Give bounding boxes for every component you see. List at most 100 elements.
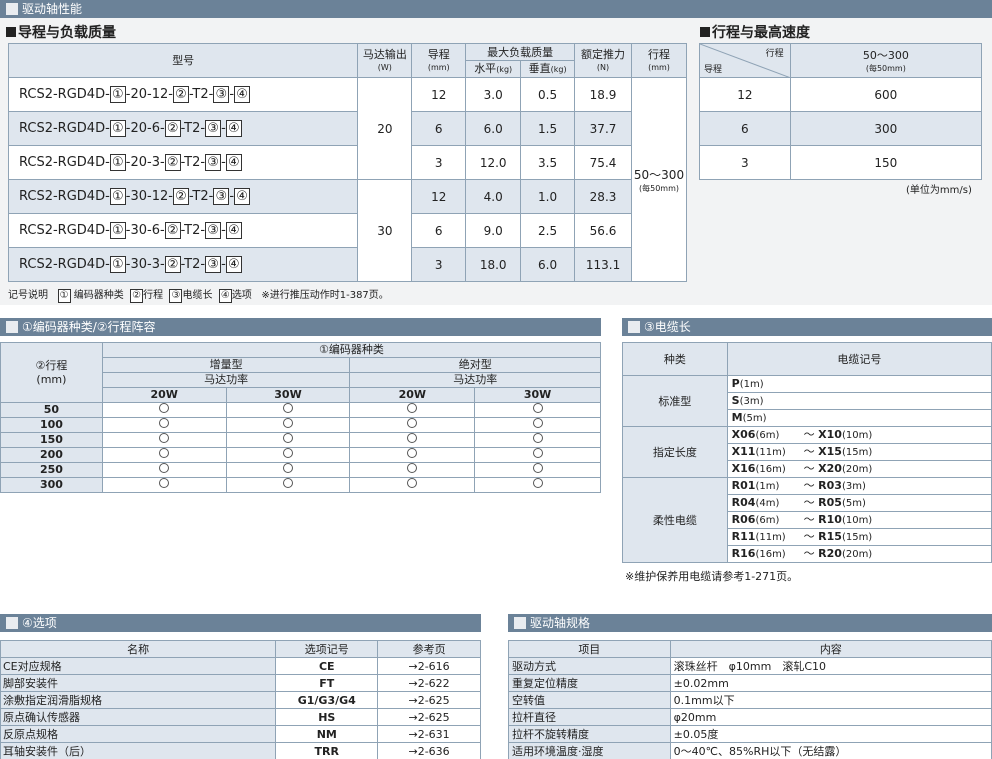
option-name: 耳轴安装件（后） [0,742,277,759]
option-code: NM [275,725,379,743]
table-row: 150 [0,432,601,448]
table-row: RCS2-RGD4D- ① -30-12- ② -T2- ③ - ④ 30 12 4.0 1.0 28.… [7,179,687,282]
circle-icon [283,418,294,428]
table-row: RCS2-RGD4D- ① -30-6- ② -T2- ③ - ④ 6 9.0 2.5 56.6 [7,213,687,248]
motor-output: 20 [357,77,413,180]
spec-content: ±0.02mm [669,674,992,692]
table-row: RCS2-RGD4D- ① -20-3- ② -T2- ③ - ④ 3 12.0 3.5 75.4 [7,145,687,180]
circle-icon [407,478,418,488]
w30-header: 30W [474,387,601,403]
incremental-header: 增量型 马达功率 [101,357,351,388]
circle-icon [532,418,543,428]
table-row: 标准型 P(1m) [622,375,992,427]
options-page-header: 参考页 [377,640,481,658]
option-code: HS [275,708,379,726]
option-name: 反原点规格 [0,725,277,743]
model-code: RCS2-RGD4D- ① -30-6- ② -T2- ③ - ④ [7,213,359,248]
absolute-header: 绝对型 马达功率 [349,357,601,388]
model-code: RCS2-RGD4D- ① -20-12- ② -T2- ③ - ④ [7,77,359,112]
vertical-load: 0.5 [520,77,576,112]
stroke-range: 50～300 (每50mm) [631,77,687,282]
table-row: 250 [0,462,601,478]
option-page: →2-622 [377,674,481,692]
lead-value: 12 [411,179,467,214]
table-row: 柔性电缆 R01(1m) ～ R03(3m) [622,477,992,563]
cable-kind-header: 种类 [622,342,728,376]
rated-thrust: 75.4 [574,145,633,180]
speed-lead: 3 [699,145,791,180]
speed-lead: 6 [699,111,791,146]
cable-code: P(1m) [726,375,992,393]
lead-value: 3 [411,145,467,180]
stroke-value: 200 [0,447,103,463]
header-max-load: 最大负载质量 [465,43,576,61]
speed-table: 行程 导程 50～300 (每50mm) 12 600 6 300 3 150 [699,43,983,180]
model-code: RCS2-RGD4D- ① -30-3- ② -T2- ③ - ④ [7,247,359,282]
table-row: 空转值 0.1mm以下 [508,691,992,709]
option-code: TRR [275,742,379,759]
header-vertical: 垂直(kg) [520,60,576,78]
spec-item: 空转值 [508,691,671,709]
lead-load-title: 导程与负载质量 [6,22,116,42]
spec-content: 0～40℃、85%RH以下（无结露） [669,742,992,759]
model-code: RCS2-RGD4D- ① -20-6- ② -T2- ③ - ④ [7,111,359,146]
encoder-table: ②行程 (mm) ①编码器种类 增量型 马达功率 绝对型 马达功率 20W 30W 2… [0,342,602,493]
available-mark [474,402,601,418]
lead-load-table: 型号 马达输出 (W) 导程 (mm) 最大负载质量 额定推力 (N) 行程 (mm) … [7,43,687,282]
w20-header: 20W [101,387,227,403]
table-row: 耳轴安装件（后） TRR →2-636 [0,742,481,759]
circle-icon [283,448,294,458]
available-mark [474,477,601,493]
table-row: 适用环境温度·湿度 0～40℃、85%RH以下（无结露） [508,742,992,759]
lead-value: 6 [411,111,467,146]
option-page: →2-631 [377,725,481,743]
option-code: FT [275,674,379,692]
spec-item: 驱动方式 [508,657,671,675]
available-mark [474,432,601,448]
table-row: 300 [0,477,601,493]
vertical-load: 1.0 [520,179,576,214]
rated-thrust: 28.3 [574,179,633,214]
available-mark [101,447,227,463]
table-row: 100 [0,417,601,433]
option-code: G1/G3/G4 [275,691,379,709]
available-mark [101,417,227,433]
spec-content: 滚珠丝杆 φ10mm 滚轧C10 [669,657,992,675]
horizontal-load: 9.0 [465,213,522,248]
max-speed: 150 [789,145,983,180]
lead-value: 3 [411,247,467,282]
encoder-stroke-header: ②行程 (mm) [0,342,103,403]
circle-icon [407,463,418,473]
stroke-value: 150 [0,432,103,448]
stroke-value: 300 [0,477,103,493]
table-row: 驱动方式 滚珠丝杆 φ10mm 滚轧C10 [508,657,992,675]
encoder-type-header: ①编码器种类 [101,342,602,358]
stroke-value: 100 [0,417,103,433]
stroke-value: 50 [0,402,103,418]
spec-item-header: 项目 [508,640,671,658]
cable-code: R04(4m) ～ R05(5m) [726,494,992,512]
speed-title: 行程与最高速度 [700,22,810,42]
square-icon [700,27,710,37]
available-mark [101,477,227,493]
square-icon [6,3,18,15]
model-code: RCS2-RGD4D- ① -30-12- ② -T2- ③ - ④ [7,179,359,214]
table-row: 拉杆直径 φ20mm [508,708,992,726]
table-row: 50 [0,402,601,418]
table-row: CE对应规格 CE →2-616 [0,657,481,675]
cable-kind: 指定长度 [622,426,728,478]
table-row: 拉杆不旋转精度 ±0.05度 [508,725,992,743]
available-mark [101,462,227,478]
circle-icon [283,403,294,413]
options-table: 名称 选项记号 参考页 CE对应规格 CE →2-616 脚部安装件 FT →2-622 涂… [0,640,481,759]
vertical-load: 6.0 [520,247,576,282]
available-mark [225,417,351,433]
rated-thrust: 113.1 [574,247,633,282]
circle-icon [532,433,543,443]
circle-icon [159,463,170,473]
header-thrust: 额定推力 (N) [574,43,633,78]
stroke-value: 250 [0,462,103,478]
spec-item: 重复定位精度 [508,674,671,692]
spec-content: 0.1mm以下 [669,691,992,709]
lead-value: 12 [411,77,467,112]
